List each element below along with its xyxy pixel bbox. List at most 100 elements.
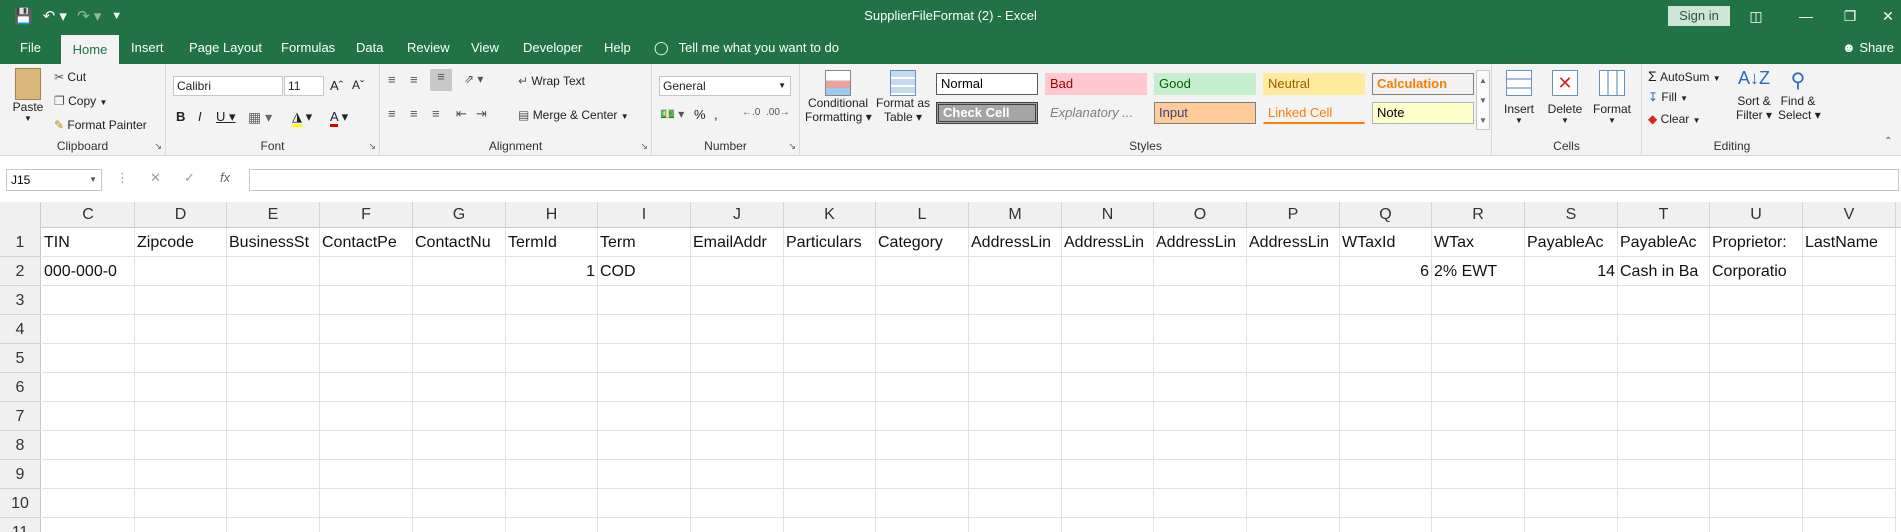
cell-u11[interactable] (1710, 518, 1803, 532)
cell-q2[interactable]: 6 (1340, 257, 1432, 286)
autosum-button[interactable]: Σ AutoSum ▼ (1648, 68, 1721, 84)
cell-s3[interactable] (1525, 286, 1618, 315)
cell-s4[interactable] (1525, 315, 1618, 344)
top-align-icon[interactable]: ≡ (388, 72, 396, 87)
cell-f8[interactable] (320, 431, 413, 460)
row-header-4[interactable]: 4 (0, 315, 41, 344)
cell-m9[interactable] (969, 460, 1062, 489)
cell-e8[interactable] (227, 431, 320, 460)
cell-k9[interactable] (784, 460, 876, 489)
cell-i8[interactable] (598, 431, 691, 460)
cell-u5[interactable] (1710, 344, 1803, 373)
cell-q11[interactable] (1340, 518, 1432, 532)
font-color-icon[interactable]: A ▾ (330, 109, 348, 127)
cell-j5[interactable] (691, 344, 784, 373)
restore-icon[interactable]: ❐ (1830, 4, 1870, 28)
font-family-select[interactable]: Calibri (173, 76, 283, 96)
cell-k3[interactable] (784, 286, 876, 315)
font-size-select[interactable]: 11 (284, 76, 324, 96)
cell-h8[interactable] (506, 431, 598, 460)
cell-n9[interactable] (1062, 460, 1154, 489)
cell-c1[interactable]: TIN (42, 228, 135, 257)
format-painter-button[interactable]: ✎ Format Painter (54, 118, 147, 132)
column-header-s[interactable]: S (1525, 202, 1618, 228)
cell-p2[interactable] (1247, 257, 1340, 286)
cell-o4[interactable] (1154, 315, 1247, 344)
cell-m6[interactable] (969, 373, 1062, 402)
tab-home[interactable]: Home (61, 35, 119, 64)
cell-q3[interactable] (1340, 286, 1432, 315)
shrink-font-icon[interactable]: Aˇ (352, 78, 364, 92)
cell-g7[interactable] (413, 402, 506, 431)
cell-i9[interactable] (598, 460, 691, 489)
cell-t8[interactable] (1618, 431, 1710, 460)
cell-v3[interactable] (1803, 286, 1896, 315)
column-header-d[interactable]: D (135, 202, 227, 228)
cell-s2[interactable]: 14 (1525, 257, 1618, 286)
cell-g8[interactable] (413, 431, 506, 460)
cell-h1[interactable]: TermId (506, 228, 598, 257)
cell-q8[interactable] (1340, 431, 1432, 460)
row-header-3[interactable]: 3 (0, 286, 41, 315)
cell-e6[interactable] (227, 373, 320, 402)
cell-n7[interactable] (1062, 402, 1154, 431)
column-header-u[interactable]: U (1710, 202, 1803, 228)
cell-v1[interactable]: LastName (1803, 228, 1896, 257)
copy-button[interactable]: ❐ Copy ▼ (54, 94, 107, 108)
cell-t7[interactable] (1618, 402, 1710, 431)
cell-g11[interactable] (413, 518, 506, 532)
style-linked-cell[interactable]: Linked Cell (1263, 102, 1365, 124)
enter-icon[interactable]: ✓ (184, 170, 195, 186)
tab-data[interactable]: Data (347, 32, 392, 64)
cell-i10[interactable] (598, 489, 691, 518)
column-header-l[interactable]: L (876, 202, 969, 228)
cell-m3[interactable] (969, 286, 1062, 315)
cell-l3[interactable] (876, 286, 969, 315)
merge-center-button[interactable]: ▤ Merge & Center ▼ (518, 108, 629, 122)
cell-q1[interactable]: WTaxId (1340, 228, 1432, 257)
cell-h7[interactable] (506, 402, 598, 431)
cell-u2[interactable]: Corporatio (1710, 257, 1803, 286)
cell-p4[interactable] (1247, 315, 1340, 344)
cell-o10[interactable] (1154, 489, 1247, 518)
cell-k1[interactable]: Particulars (784, 228, 876, 257)
delete-cells-button[interactable]: ✕ Delete ▼ (1544, 70, 1586, 125)
cell-v8[interactable] (1803, 431, 1896, 460)
style-normal[interactable]: Normal (936, 73, 1038, 95)
decrease-decimal-icon[interactable]: .00→ (766, 107, 790, 118)
cell-m5[interactable] (969, 344, 1062, 373)
sort-filter-button[interactable]: A↓Z Sort & Filter ▾ (1734, 68, 1774, 122)
cell-h11[interactable] (506, 518, 598, 532)
cell-e7[interactable] (227, 402, 320, 431)
cell-l1[interactable]: Category (876, 228, 969, 257)
style-note[interactable]: Note (1372, 102, 1474, 124)
underline-icon[interactable]: U ▾ (216, 109, 236, 125)
cell-j6[interactable] (691, 373, 784, 402)
row-header-5[interactable]: 5 (0, 344, 41, 373)
cell-d9[interactable] (135, 460, 227, 489)
cell-t9[interactable] (1618, 460, 1710, 489)
cell-t1[interactable]: PayableAc (1618, 228, 1710, 257)
cell-c10[interactable] (42, 489, 135, 518)
cell-r7[interactable] (1432, 402, 1525, 431)
cell-n4[interactable] (1062, 315, 1154, 344)
tab-formulas[interactable]: Formulas (272, 32, 344, 64)
column-header-k[interactable]: K (784, 202, 876, 228)
cell-e9[interactable] (227, 460, 320, 489)
cell-g5[interactable] (413, 344, 506, 373)
grow-font-icon[interactable]: Aˆ (330, 78, 343, 93)
tell-me-search[interactable]: ◯ Tell me what you want to do (654, 32, 839, 64)
cell-d3[interactable] (135, 286, 227, 315)
tab-insert[interactable]: Insert (122, 32, 173, 64)
paste-button[interactable]: Paste ▼ (10, 68, 46, 123)
style-bad[interactable]: Bad (1045, 73, 1147, 95)
column-header-r[interactable]: R (1432, 202, 1525, 228)
italic-icon[interactable]: I (198, 109, 202, 124)
cell-g3[interactable] (413, 286, 506, 315)
align-left-icon[interactable]: ≡ (388, 106, 396, 121)
cell-g9[interactable] (413, 460, 506, 489)
cell-i6[interactable] (598, 373, 691, 402)
cell-p9[interactable] (1247, 460, 1340, 489)
cell-o3[interactable] (1154, 286, 1247, 315)
cell-p5[interactable] (1247, 344, 1340, 373)
